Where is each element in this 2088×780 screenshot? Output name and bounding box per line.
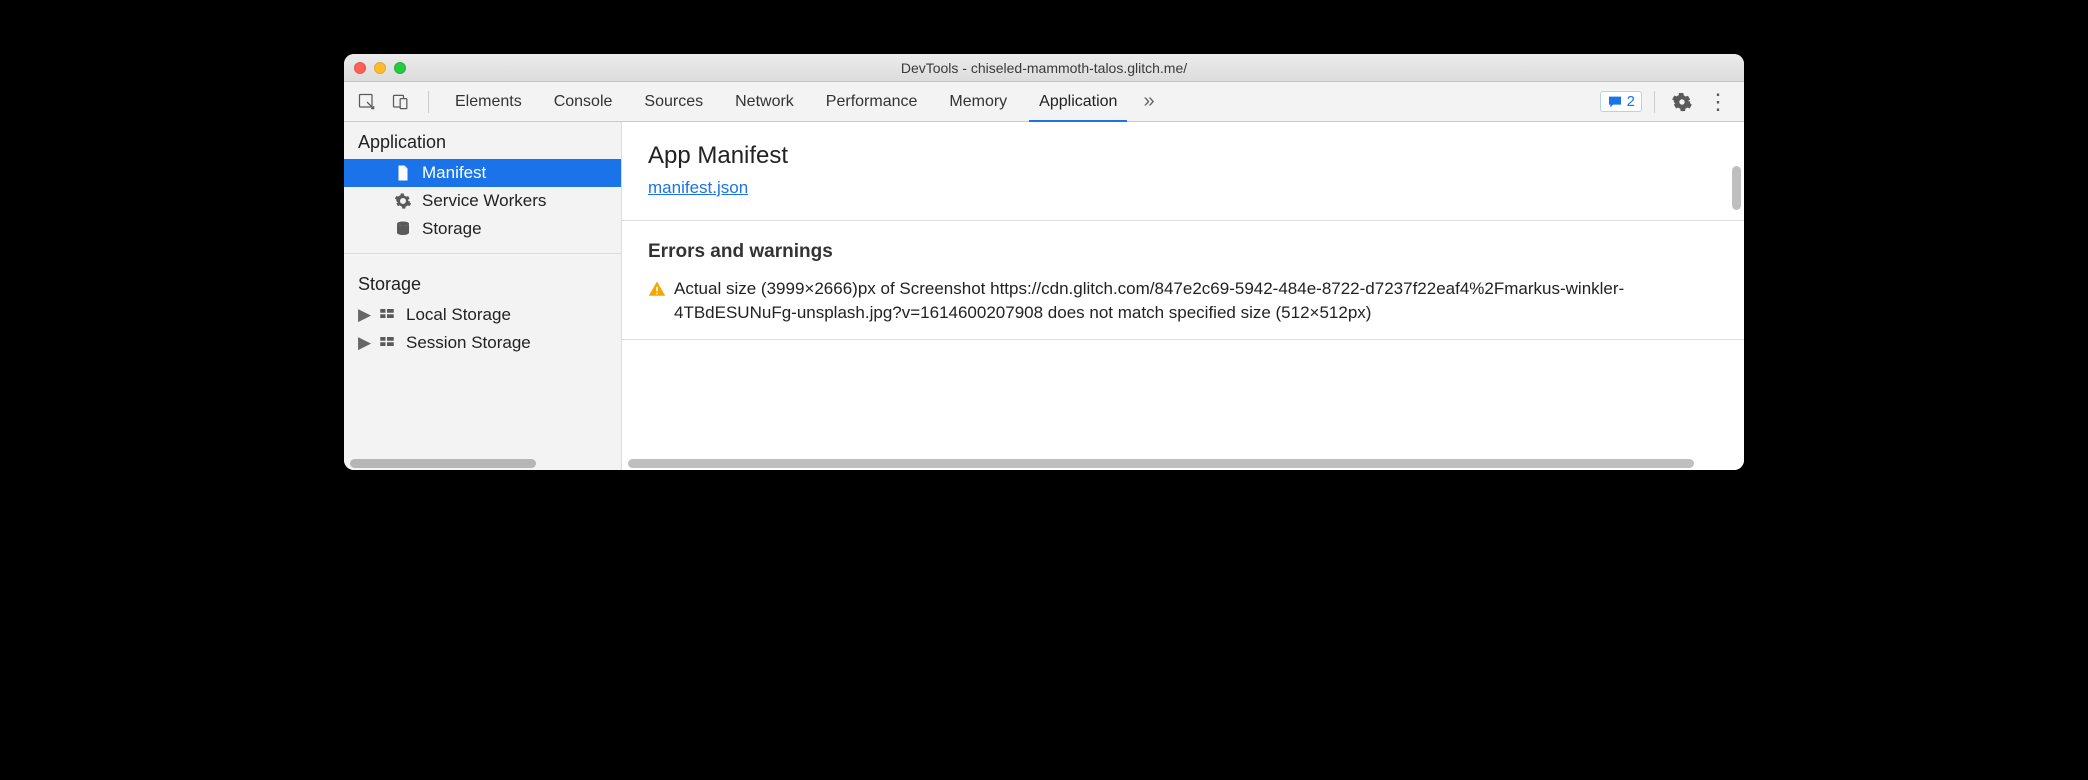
sidebar-item-session-storage[interactable]: ▶ Session Storage [344,329,621,357]
gear-icon [394,192,412,210]
sidebar-horizontal-scrollbar[interactable] [350,458,615,468]
sidebar-item-label: Storage [422,219,482,239]
file-icon [394,164,412,182]
sidebar-section-storage: Storage [344,264,621,301]
console-messages-badge[interactable]: 2 [1600,91,1642,112]
database-icon [394,220,412,238]
message-icon [1607,94,1623,110]
tab-application[interactable]: Application [1025,82,1131,122]
sidebar-item-storage[interactable]: Storage [344,215,621,243]
content-vertical-scrollbar[interactable] [1732,166,1741,210]
grid-icon [378,334,396,352]
window-title: DevTools - chiseled-mammoth-talos.glitch… [344,60,1744,76]
application-content: App Manifest manifest.json Errors and wa… [622,122,1744,470]
sidebar-item-manifest[interactable]: Manifest [344,159,621,187]
tab-elements[interactable]: Elements [441,82,536,122]
errors-heading: Errors and warnings [648,241,1718,263]
application-sidebar: Application Manifest Service Workers Sto… [344,122,622,470]
divider [428,91,429,113]
sidebar-item-label: Service Workers [422,191,546,211]
tab-console[interactable]: Console [540,82,627,122]
warning-icon [648,280,666,298]
devtools-body: Application Manifest Service Workers Sto… [344,122,1744,470]
sidebar-item-label: Session Storage [406,333,531,353]
sidebar-item-service-workers[interactable]: Service Workers [344,187,621,215]
tab-performance[interactable]: Performance [812,82,932,122]
settings-icon[interactable] [1667,87,1697,117]
devtools-window: DevTools - chiseled-mammoth-talos.glitch… [344,54,1744,470]
divider [622,339,1744,340]
expand-arrow-icon[interactable]: ▶ [358,305,368,325]
tab-memory[interactable]: Memory [935,82,1021,122]
warning-text: Actual size (3999×2666)px of Screenshot … [674,277,1718,325]
divider [622,220,1744,221]
tab-sources[interactable]: Sources [630,82,717,122]
more-options-icon[interactable]: ⋮ [1701,89,1736,115]
content-horizontal-scrollbar[interactable] [628,458,1738,468]
divider [1654,91,1655,113]
sidebar-item-local-storage[interactable]: ▶ Local Storage [344,301,621,329]
divider [344,253,621,254]
inspect-element-icon[interactable] [352,87,382,117]
tabs-overflow-button[interactable]: » [1135,90,1162,113]
tab-network[interactable]: Network [721,82,808,122]
sidebar-item-label: Local Storage [406,305,511,325]
page-title: App Manifest [648,142,1718,170]
devtools-tabstrip: Elements Console Sources Network Perform… [344,82,1744,122]
manifest-link[interactable]: manifest.json [648,178,748,198]
warning-row: Actual size (3999×2666)px of Screenshot … [648,277,1718,325]
expand-arrow-icon[interactable]: ▶ [358,333,368,353]
console-messages-count: 2 [1627,93,1635,110]
sidebar-item-label: Manifest [422,163,486,183]
titlebar: DevTools - chiseled-mammoth-talos.glitch… [344,54,1744,82]
toggle-device-toolbar-icon[interactable] [386,87,416,117]
grid-icon [378,306,396,324]
sidebar-section-application: Application [344,122,621,159]
